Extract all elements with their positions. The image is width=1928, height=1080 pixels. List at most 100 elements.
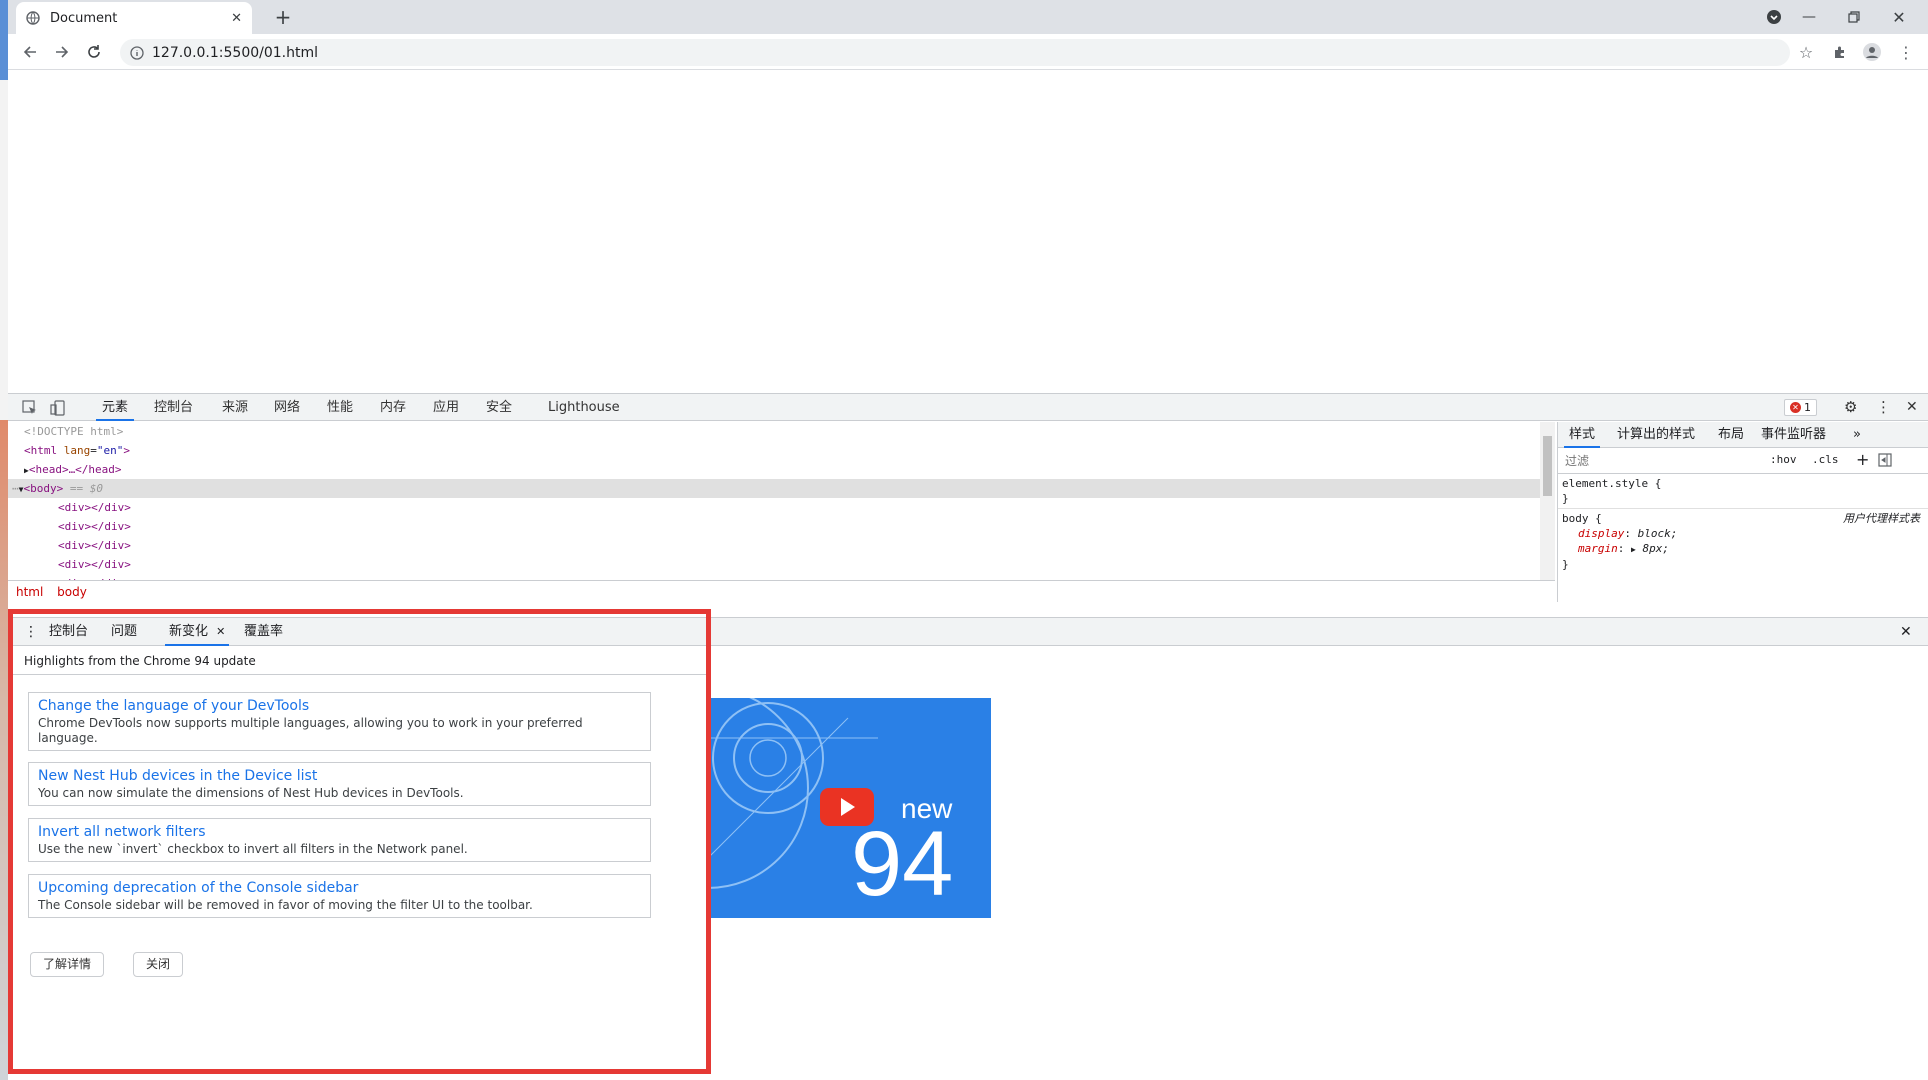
url-text[interactable]: 127.0.0.1:5500/01.html	[152, 45, 318, 61]
head-tag: <head>…</head>	[28, 463, 122, 476]
head-line[interactable]: ▶<head>…</head>	[8, 460, 1555, 479]
margin-declaration[interactable]: margin: ▶ 8px;	[1562, 541, 1924, 557]
error-count: 1	[1804, 401, 1811, 414]
feature-description: Use the new `invert` checkbox to invert …	[38, 842, 468, 856]
feature-description: The Console sidebar will be removed in f…	[38, 898, 533, 912]
styles-filter-row: :hov .cls +	[1558, 448, 1928, 474]
body-style-rule[interactable]: body { 用户代理样式表 display: block; margin: ▶…	[1558, 509, 1928, 574]
bookmark-star-icon[interactable]: ☆	[1794, 41, 1818, 63]
div-tag: <div></div>	[58, 558, 131, 571]
video-thumbnail[interactable]: new 94	[708, 698, 991, 918]
reload-icon[interactable]	[82, 41, 106, 63]
settings-gear-icon[interactable]: ⚙	[1838, 394, 1863, 421]
breadcrumb-html[interactable]: html	[16, 585, 43, 599]
minimize-icon[interactable]: —	[1798, 6, 1820, 28]
breadcrumb-body[interactable]: body	[57, 585, 87, 599]
feature-card[interactable]: Change the language of your DevTools Chr…	[28, 692, 651, 751]
drawer-tab-whats-new[interactable]: 新变化 ✕	[165, 618, 230, 646]
devtools-close-icon[interactable]: ✕	[1900, 394, 1924, 421]
doctype-text: <!DOCTYPE html>	[24, 425, 124, 438]
tab-performance[interactable]: 性能	[321, 394, 359, 421]
styles-filter-input[interactable]	[1562, 451, 1758, 471]
learn-more-button[interactable]: 了解详情	[30, 952, 105, 977]
tab-title: Document	[50, 10, 118, 26]
div-line[interactable]: <div></div>	[8, 498, 1555, 517]
feature-title[interactable]: Change the language of your DevTools	[38, 697, 641, 716]
drawer-tab-coverage[interactable]: 覆盖率	[240, 618, 287, 646]
scrollbar-thumb[interactable]	[1543, 436, 1552, 496]
window-close-icon[interactable]: ✕	[1888, 6, 1910, 28]
doctype-line[interactable]: <!DOCTYPE html>	[8, 422, 1555, 441]
tab-event-listeners[interactable]: 事件监听器	[1756, 422, 1831, 448]
whats-new-header: Highlights from the Chrome 94 update	[8, 647, 708, 675]
forward-icon[interactable]	[50, 41, 74, 63]
devtools-tabbar: 元素 控制台 来源 网络 性能 内存 应用 安全 Lighthouse ✕ 1 …	[8, 394, 1928, 421]
div-tag: <div></div>	[58, 501, 131, 514]
drawer-tab-issues[interactable]: 问题	[107, 618, 141, 646]
error-counter[interactable]: ✕ 1	[1784, 399, 1817, 416]
extensions-icon[interactable]	[1828, 41, 1852, 63]
device-toolbar-icon[interactable]	[44, 394, 72, 421]
div-line[interactable]: <div></div>	[8, 536, 1555, 555]
element-style-selector: element.style {	[1562, 477, 1662, 490]
drawer-menu-icon[interactable]: ⋮	[20, 618, 42, 646]
display-declaration[interactable]: display: block;	[1562, 526, 1924, 541]
feature-card[interactable]: New Nest Hub devices in the Device list …	[28, 762, 651, 806]
toggle-sidebar-icon[interactable]	[1878, 453, 1892, 470]
browser-tab[interactable]: Document ✕	[16, 2, 252, 34]
more-tabs-icon[interactable]: »	[1848, 422, 1866, 448]
hov-toggle[interactable]: :hov	[1770, 453, 1797, 466]
div-line[interactable]: <div></div>	[8, 555, 1555, 574]
element-style-rule[interactable]: element.style { }	[1558, 474, 1928, 509]
tab-memory[interactable]: 内存	[374, 394, 412, 421]
expand-arrow-icon[interactable]: ▶	[1631, 545, 1636, 554]
drawer-close-icon[interactable]: ✕	[1896, 618, 1916, 646]
feature-title[interactable]: New Nest Hub devices in the Device list	[38, 767, 641, 786]
profile-avatar[interactable]	[1860, 41, 1884, 63]
menu-icon[interactable]: ⋮	[1894, 41, 1918, 63]
new-style-rule-icon[interactable]: +	[1856, 450, 1869, 469]
tab-layout[interactable]: 布局	[1713, 422, 1749, 448]
feature-title[interactable]: Upcoming deprecation of the Console side…	[38, 879, 641, 898]
globe-icon	[26, 11, 40, 25]
div-tag: <div></div>	[58, 539, 131, 552]
browser-window: Document ✕ + — ✕ 127.0.0.1:5500/01.html …	[8, 0, 1928, 1080]
tab-elements[interactable]: 元素	[96, 394, 135, 421]
restore-icon[interactable]	[1843, 6, 1865, 28]
tab-application[interactable]: 应用	[427, 394, 465, 421]
feature-card[interactable]: Invert all network filters Use the new `…	[28, 818, 651, 862]
tab-search-icon[interactable]	[1763, 6, 1785, 28]
tab-styles[interactable]: 样式	[1564, 422, 1601, 448]
info-icon[interactable]	[130, 45, 144, 60]
display-prop: display	[1578, 527, 1625, 540]
feature-card[interactable]: Upcoming deprecation of the Console side…	[28, 874, 651, 918]
cls-toggle[interactable]: .cls	[1812, 453, 1839, 466]
html-tag: <html	[24, 444, 58, 457]
error-icon: ✕	[1790, 402, 1801, 413]
new-tab-icon[interactable]: +	[272, 5, 294, 29]
inspect-element-icon[interactable]	[16, 394, 44, 421]
close-tab-icon[interactable]: ✕	[231, 11, 242, 26]
drawer-tab-console[interactable]: 控制台	[45, 618, 92, 646]
body-line[interactable]: ⋯▼<body> == $0	[8, 479, 1555, 498]
more-dots-icon[interactable]: ⋯	[12, 482, 19, 495]
tab-security[interactable]: 安全	[480, 394, 518, 421]
tab-console[interactable]: 控制台	[148, 394, 199, 421]
div-line[interactable]: <div></div>	[8, 517, 1555, 536]
close-button[interactable]: 关闭	[133, 952, 184, 977]
feature-title[interactable]: Invert all network filters	[38, 823, 641, 842]
tab-network[interactable]: 网络	[268, 394, 306, 421]
devtools-menu-icon[interactable]: ⋮	[1870, 394, 1897, 421]
tab-computed[interactable]: 计算出的样式	[1612, 422, 1700, 448]
devtools-drawer: ⋮ 控制台 问题 新变化 ✕ 覆盖率 ✕ Highlights from the…	[8, 617, 1928, 1080]
close-tab-icon[interactable]: ✕	[216, 625, 225, 638]
elements-scrollbar[interactable]	[1540, 422, 1555, 580]
browser-toolbar: 127.0.0.1:5500/01.html ☆ ⋮	[8, 34, 1928, 70]
html-line[interactable]: <html lang="en">	[8, 441, 1555, 460]
breadcrumb: html body	[8, 580, 1555, 602]
back-icon[interactable]	[18, 41, 42, 63]
elements-tree: <!DOCTYPE html> <html lang="en"> ▶<head>…	[8, 422, 1555, 602]
tab-lighthouse[interactable]: Lighthouse	[542, 394, 626, 421]
address-bar[interactable]: 127.0.0.1:5500/01.html	[120, 39, 1790, 66]
tab-sources[interactable]: 来源	[216, 394, 254, 421]
